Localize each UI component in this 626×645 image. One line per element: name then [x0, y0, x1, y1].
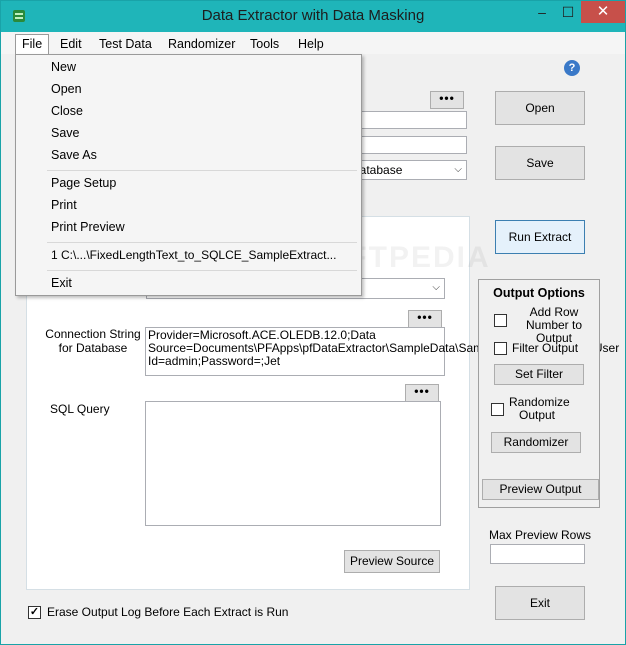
connection-string-label: Connection String for Database: [45, 327, 141, 355]
sql-query-field[interactable]: [145, 401, 441, 526]
file-menu-page-setup[interactable]: Page Setup: [51, 176, 116, 190]
randomizer-button[interactable]: Randomizer: [491, 432, 581, 453]
sql-query-label: SQL Query: [50, 402, 110, 416]
file-menu-recent-1[interactable]: 1 C:\...\FixedLengthText_to_SQLCE_Sample…: [51, 248, 336, 262]
file-menu-print-preview[interactable]: Print Preview: [51, 220, 125, 234]
file-menu-exit[interactable]: Exit: [51, 276, 72, 290]
menu-test-data[interactable]: Test Data: [93, 35, 158, 53]
menu-edit[interactable]: Edit: [54, 35, 88, 53]
filter-output-checkbox[interactable]: [494, 342, 507, 355]
file-menu-save[interactable]: Save: [51, 126, 80, 140]
connection-builder-button[interactable]: •••: [408, 310, 442, 328]
connection-string-field[interactable]: Provider=Microsoft.ACE.OLEDB.12.0;Data S…: [145, 327, 619, 376]
file-menu-new[interactable]: New: [51, 60, 76, 74]
add-row-number-checkbox[interactable]: [494, 314, 507, 327]
menu-help[interactable]: Help: [292, 35, 330, 53]
exit-button[interactable]: Exit: [495, 586, 585, 620]
maximize-button[interactable]: ☐: [555, 1, 581, 23]
menu-separator: [47, 270, 357, 271]
help-icon[interactable]: ?: [564, 60, 580, 76]
output-path-field[interactable]: [346, 136, 467, 154]
settings-path-field[interactable]: [346, 111, 467, 129]
file-menu-open[interactable]: Open: [51, 82, 82, 96]
max-preview-rows-label: Max Preview Rows: [489, 528, 592, 542]
minimize-button[interactable]: –: [529, 1, 555, 23]
menu-file[interactable]: File: [15, 34, 50, 55]
main-window: Data Extractor with Data Masking – ☐ ✕ F…: [0, 0, 626, 645]
close-window-button[interactable]: ✕: [581, 1, 625, 23]
output-type-select[interactable]: Database ⌵: [346, 160, 467, 180]
set-filter-button[interactable]: Set Filter: [494, 364, 584, 385]
preview-output-button[interactable]: Preview Output: [482, 479, 599, 500]
erase-log-label: Erase Output Log Before Each Extract is …: [47, 605, 289, 619]
filter-output-label: Filter Output: [512, 341, 579, 355]
menu-bar: File Edit Test Data Randomizer Tools Hel…: [1, 32, 625, 55]
browse-settings-button[interactable]: •••: [430, 91, 464, 109]
title-bar: Data Extractor with Data Masking – ☐ ✕: [1, 1, 625, 32]
output-options-title: Output Options: [493, 286, 585, 300]
file-dropdown-menu: New Open Close Save Save As Page Setup P…: [15, 54, 362, 296]
chevron-down-icon: ⌵: [432, 282, 440, 293]
randomize-output-checkbox[interactable]: [491, 403, 504, 416]
max-preview-rows-field[interactable]: [490, 544, 585, 564]
file-menu-save-as[interactable]: Save As: [51, 148, 97, 162]
menu-separator: [47, 242, 357, 243]
open-button[interactable]: Open: [495, 91, 585, 125]
output-options-group: Output Options Add Row Number to Output …: [478, 279, 600, 508]
preview-source-button[interactable]: Preview Source: [344, 550, 440, 573]
save-button[interactable]: Save: [495, 146, 585, 180]
erase-log-checkbox[interactable]: ✓: [28, 606, 41, 619]
run-extract-button[interactable]: Run Extract: [495, 220, 585, 254]
query-builder-button[interactable]: •••: [405, 384, 439, 402]
add-row-number-label: Add Row Number to Output: [525, 305, 583, 345]
file-menu-print[interactable]: Print: [51, 198, 77, 212]
menu-tools[interactable]: Tools: [244, 35, 285, 53]
menu-separator: [47, 170, 357, 171]
randomize-output-label: Randomize Output: [509, 395, 570, 422]
menu-randomizer[interactable]: Randomizer: [162, 35, 241, 53]
chevron-down-icon: ⌵: [454, 164, 462, 175]
file-menu-close[interactable]: Close: [51, 104, 83, 118]
